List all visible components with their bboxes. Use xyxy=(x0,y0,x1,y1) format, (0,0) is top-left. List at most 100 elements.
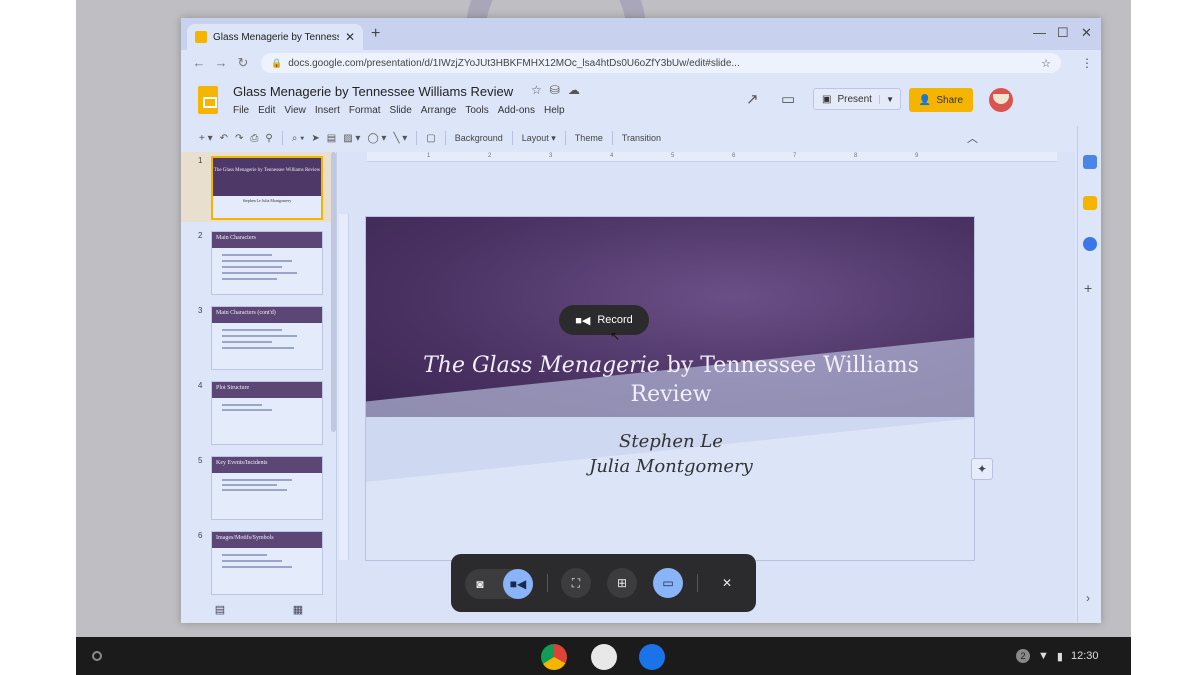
ruler-tick: 8 xyxy=(854,153,858,159)
share-button[interactable]: 👤 Share xyxy=(909,88,973,112)
zoom-icon[interactable]: ⌕ ▾ xyxy=(292,133,305,144)
expand-panel-icon[interactable]: › xyxy=(1086,591,1090,605)
window-capture-icon[interactable]: ▭ xyxy=(653,568,683,598)
transition-button[interactable]: Transition xyxy=(622,133,661,143)
grid-view-icon[interactable]: ▦ xyxy=(293,603,303,616)
files-app-icon[interactable] xyxy=(639,644,665,670)
play-store-app-icon[interactable] xyxy=(591,644,617,670)
star-icon[interactable]: ☆ xyxy=(531,83,542,97)
screenshot-mode-icon[interactable]: ◙ xyxy=(465,569,495,599)
launcher-icon[interactable] xyxy=(92,651,102,661)
maximize-button[interactable]: ☐ xyxy=(1057,25,1069,41)
current-slide[interactable]: The Glass Menagerie by Tennessee William… xyxy=(365,216,975,561)
present-dropdown-icon[interactable]: ▼ xyxy=(879,94,900,104)
reload-icon[interactable]: ↻ xyxy=(231,55,255,71)
menu-file[interactable]: File xyxy=(233,105,249,116)
thumb-title-band xyxy=(213,158,321,196)
filmstrip-slide-1[interactable]: 1 The Glass Menagerie by Tennessee Willi… xyxy=(181,152,331,222)
forward-icon[interactable]: → xyxy=(209,55,233,70)
ruler-tick: 7 xyxy=(793,153,797,159)
filmstrip-slide-2[interactable]: 2 Main Characters xyxy=(181,227,331,297)
calendar-icon[interactable] xyxy=(1083,155,1097,169)
explore-button[interactable]: ✦ xyxy=(971,458,993,480)
filmstrip-view-icon[interactable]: ▤ xyxy=(215,603,225,616)
comment-icon[interactable]: ▢ xyxy=(426,133,435,144)
toolbar-divider xyxy=(444,131,446,145)
record-button[interactable]: ■◀ Record xyxy=(559,305,649,335)
close-capture-button[interactable]: ✕ xyxy=(712,568,742,598)
new-slide-icon[interactable]: + ▾ xyxy=(199,133,213,144)
menu-edit[interactable]: Edit xyxy=(258,105,275,116)
image-icon[interactable]: ▨ ▾ xyxy=(343,133,360,144)
chrome-app-icon[interactable] xyxy=(541,644,567,670)
theme-button[interactable]: Theme xyxy=(575,133,603,143)
select-cursor-icon[interactable]: ➤ xyxy=(311,133,319,144)
print-icon[interactable]: ⎙ xyxy=(250,133,258,144)
filmstrip-slide-4[interactable]: 4 Plot Structure xyxy=(181,377,331,447)
undo-icon[interactable]: ↶ xyxy=(220,133,228,144)
present-button[interactable]: ▣ Present ▼ xyxy=(813,88,901,110)
slide-title[interactable]: The Glass Menagerie by Tennessee William… xyxy=(366,351,974,409)
lock-icon: 🔒 xyxy=(271,57,283,68)
thumb-text-line xyxy=(222,335,297,337)
menu-insert[interactable]: Insert xyxy=(315,105,340,116)
slides-logo-icon[interactable] xyxy=(198,86,218,114)
thumb-title: Images/Motifs/Symbols xyxy=(216,535,274,541)
back-icon[interactable]: ← xyxy=(187,55,211,70)
browser-tab[interactable]: Glass Menagerie by Tennessee Williams Re… xyxy=(187,24,363,50)
add-on-plus-icon[interactable]: + xyxy=(1084,280,1092,296)
bookmark-star-icon[interactable]: ☆ xyxy=(1041,57,1051,70)
screen-record-mode-icon[interactable]: ■◀ xyxy=(503,569,533,599)
textbox-icon[interactable]: ▤ xyxy=(327,133,336,144)
partial-capture-icon[interactable]: ⊞ xyxy=(607,568,637,598)
thumb-title: Main Characters (cont'd) xyxy=(216,310,276,316)
close-tab-icon[interactable]: ✕ xyxy=(345,30,355,44)
document-title[interactable]: Glass Menagerie by Tennessee Williams Re… xyxy=(233,84,513,99)
minimize-button[interactable]: — xyxy=(1033,25,1046,40)
filmstrip-scrollbar[interactable] xyxy=(331,152,336,432)
filmstrip-slide-5[interactable]: 5 Key Events/Incidents xyxy=(181,452,331,522)
filmstrip-slide-3[interactable]: 3 Main Characters (cont'd) xyxy=(181,302,331,372)
keep-icon[interactable] xyxy=(1083,196,1097,210)
thumb-text-line xyxy=(222,404,262,406)
ruler-tick: 2 xyxy=(488,153,492,159)
tasks-icon[interactable] xyxy=(1083,237,1097,251)
thumb-text-line xyxy=(222,260,292,262)
slide-thumbnail: Plot Structure xyxy=(211,381,323,445)
thumb-title: Plot Structure xyxy=(216,385,250,391)
menu-arrange[interactable]: Arrange xyxy=(421,105,457,116)
menu-tools[interactable]: Tools xyxy=(465,105,488,116)
collapse-toolbar-icon[interactable]: ︿ xyxy=(967,130,978,146)
filmstrip-slide-6[interactable]: 6 Images/Motifs/Symbols xyxy=(181,527,331,597)
browser-menu-icon[interactable]: ⋮ xyxy=(1081,56,1093,70)
tab-strip: Glass Menagerie by Tennessee Williams Re… xyxy=(181,18,1101,50)
wifi-icon: ▼ xyxy=(1038,650,1049,662)
docs-header: Glass Menagerie by Tennessee Williams Re… xyxy=(181,76,1101,126)
fullscreen-capture-icon[interactable]: ⛶ xyxy=(561,568,591,598)
slide-thumbnail: Main Characters xyxy=(211,231,323,295)
menu-addons[interactable]: Add-ons xyxy=(498,105,535,116)
menu-view[interactable]: View xyxy=(284,105,306,116)
ruler-tick: 5 xyxy=(671,153,675,159)
menu-help[interactable]: Help xyxy=(544,105,565,116)
editing-toolbar: + ▾ ↶ ↷ ⎙ ⚲ ⌕ ▾ ➤ ▤ ▨ ▾ ◯ ▾ ╲ ▾ ▢ Backgr… xyxy=(181,126,1101,150)
move-folder-icon[interactable]: ⛁ xyxy=(550,83,560,97)
paint-format-icon[interactable]: ⚲ xyxy=(265,133,272,144)
slide-subtitle[interactable]: Stephen Le Julia Montgomery xyxy=(366,429,974,479)
close-window-button[interactable]: ✕ xyxy=(1081,25,1092,41)
menu-slide[interactable]: Slide xyxy=(390,105,412,116)
avatar[interactable] xyxy=(989,88,1013,112)
url-input[interactable]: 🔒 docs.google.com/presentation/d/1IWzjZY… xyxy=(261,53,1061,73)
new-tab-button[interactable]: + xyxy=(371,25,380,43)
line-icon[interactable]: ╲ ▾ xyxy=(393,133,407,144)
comments-icon[interactable]: ▭ xyxy=(781,90,795,108)
status-tray[interactable]: 2 ▼ ▮ 12:30 xyxy=(1016,646,1098,666)
background-button[interactable]: Background xyxy=(455,133,503,143)
share-label: Share xyxy=(936,94,964,106)
activity-trend-icon[interactable]: ↗ xyxy=(746,90,759,108)
shape-icon[interactable]: ◯ ▾ xyxy=(367,133,386,144)
layout-button[interactable]: Layout ▾ xyxy=(522,133,556,144)
menu-format[interactable]: Format xyxy=(349,105,381,116)
ruler-tick: 1 xyxy=(427,153,431,159)
redo-icon[interactable]: ↷ xyxy=(235,133,243,144)
